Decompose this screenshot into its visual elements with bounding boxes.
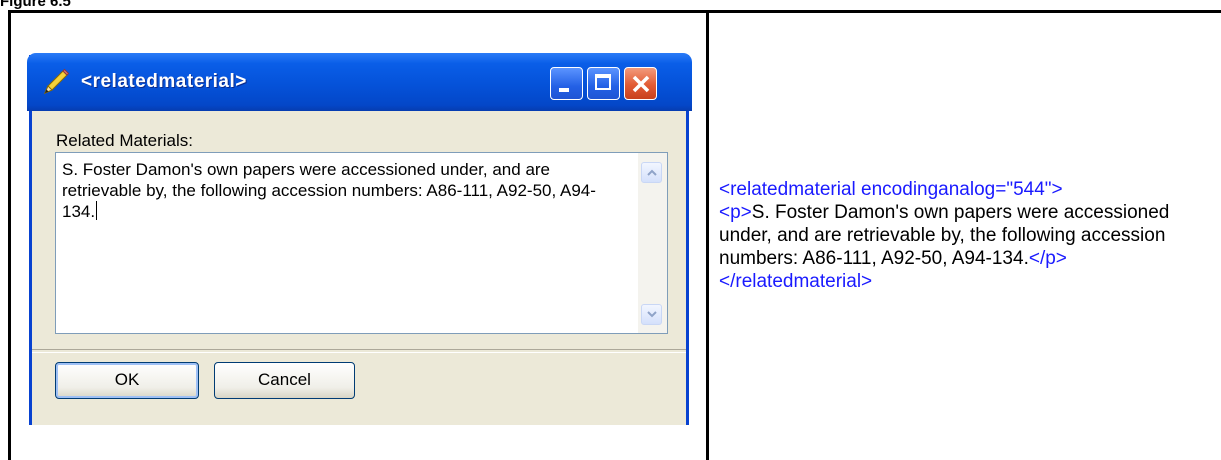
close-icon: [632, 75, 650, 93]
cancel-button[interactable]: Cancel: [214, 362, 355, 399]
xml-close-tag: </relatedmaterial>: [719, 271, 873, 292]
dialog-title: <relatedmaterial>: [81, 71, 247, 92]
vertical-scrollbar[interactable]: [638, 153, 667, 333]
figure-title: Figure 6.5: [0, 0, 71, 10]
close-button[interactable]: [624, 67, 657, 100]
maximize-icon: [595, 74, 611, 90]
frame-left-border: [8, 10, 11, 460]
ok-button[interactable]: OK: [55, 362, 199, 399]
text-caret: [96, 201, 98, 220]
maximize-button[interactable]: [587, 67, 620, 100]
frame-top-border: [8, 10, 1221, 13]
pencil-icon: [41, 67, 71, 97]
scroll-down-arrow-icon: [647, 311, 657, 318]
xml-p-close-tag: </p>: [1028, 248, 1067, 269]
frame-divider: [706, 10, 709, 460]
related-materials-textarea[interactable]: S. Foster Damon's own papers were access…: [55, 152, 668, 334]
xml-markup: <relatedmaterial encodinganalog="544"> <…: [719, 178, 1214, 293]
xml-body-text: S. Foster Damon's own papers were access…: [719, 202, 1170, 269]
scroll-up-arrow-icon: [647, 169, 657, 176]
related-materials-label: Related Materials:: [56, 131, 194, 150]
xml-open-tag: <relatedmaterial encodinganalog="544">: [719, 179, 1063, 200]
scroll-down-button[interactable]: [641, 304, 662, 325]
minimize-button[interactable]: [550, 67, 583, 100]
xml-p-open-tag: <p>: [719, 202, 752, 223]
button-separator: [32, 349, 686, 353]
scroll-up-button[interactable]: [641, 162, 662, 183]
textarea-value: S. Foster Damon's own papers were access…: [62, 160, 596, 221]
dialog-titlebar[interactable]: <relatedmaterial>: [27, 53, 692, 111]
minimize-icon: [559, 88, 569, 92]
